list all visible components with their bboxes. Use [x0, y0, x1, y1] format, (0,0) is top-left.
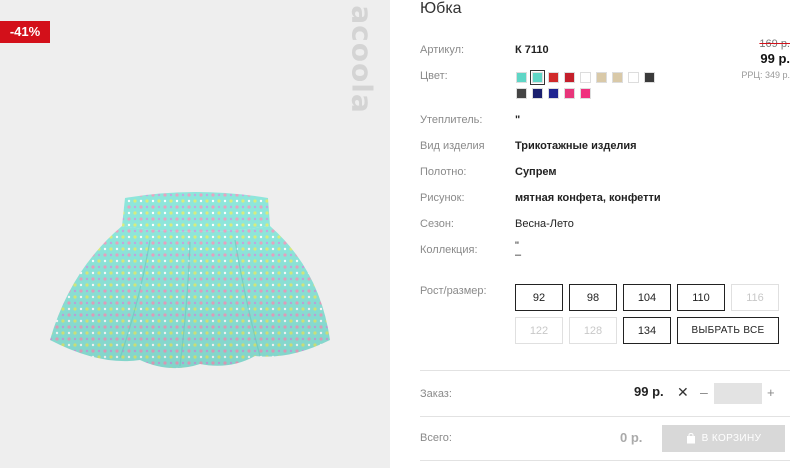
total-value: 0 р.	[620, 430, 643, 445]
product-type-label: Вид изделия	[420, 140, 485, 152]
size-option[interactable]: 104	[623, 284, 671, 311]
shopping-bag-icon	[686, 433, 695, 444]
color-swatch[interactable]	[548, 72, 559, 83]
fabric-label: Полотно:	[420, 166, 467, 178]
add-to-cart-label: В КОРЗИНУ	[701, 433, 762, 444]
color-swatch[interactable]	[530, 70, 545, 85]
season-label: Сезон:	[420, 218, 454, 230]
color-swatch[interactable]	[580, 88, 591, 99]
color-swatch[interactable]	[612, 72, 623, 83]
quantity-input[interactable]	[714, 383, 762, 404]
collection-value: " –	[515, 241, 522, 261]
divider-order	[420, 370, 790, 371]
discount-badge: -41%	[0, 21, 50, 43]
size-option[interactable]: 98	[569, 284, 617, 311]
color-swatch[interactable]	[564, 72, 575, 83]
insulation-label: Утеплитель:	[420, 114, 483, 126]
select-all-sizes-button[interactable]: ВЫБРАТЬ ВСЕ	[677, 317, 779, 344]
order-label: Заказ:	[420, 388, 452, 400]
product-details: Юбка 169 р. 99 р. РРЦ: 349 р. Артикул: К…	[390, 0, 800, 468]
current-price: 99 р.	[760, 51, 790, 66]
size-grid: 92 98 104 110 116 122 128 134 ВЫБРАТЬ ВСЕ	[515, 284, 790, 344]
size-option: 122	[515, 317, 563, 344]
skirt-illustration	[50, 192, 330, 369]
size-option[interactable]: 92	[515, 284, 563, 311]
collection-label: Коллекция:	[420, 244, 478, 256]
size-option[interactable]: 134	[623, 317, 671, 344]
old-price: 169 р.	[759, 38, 790, 50]
color-swatch[interactable]	[548, 88, 559, 99]
color-label: Цвет:	[420, 70, 448, 82]
total-label: Всего:	[420, 432, 452, 444]
decrease-quantity-button[interactable]: –	[700, 384, 708, 400]
recommended-price: РРЦ: 349 р.	[741, 70, 790, 80]
color-swatch[interactable]	[628, 72, 639, 83]
divider-bottom	[420, 460, 790, 461]
color-swatch[interactable]	[564, 88, 575, 99]
size-label: Рост/размер:	[420, 285, 487, 297]
product-image-panel: -41% acoola	[0, 0, 390, 468]
add-to-cart-button[interactable]: В КОРЗИНУ	[662, 425, 785, 452]
color-swatch[interactable]	[516, 72, 527, 83]
color-swatch[interactable]	[516, 88, 527, 99]
product-title: Юбка	[420, 0, 462, 17]
size-option[interactable]: 110	[677, 284, 725, 311]
insulation-value: "	[515, 114, 521, 126]
article-value: К 7110	[515, 44, 549, 56]
season-value: Весна-Лето	[515, 218, 574, 230]
color-swatches	[516, 70, 666, 99]
increase-quantity-button[interactable]: +	[767, 385, 775, 400]
size-option: 116	[731, 284, 779, 311]
pattern-value: мятная конфета, конфетти	[515, 192, 661, 204]
color-swatch[interactable]	[644, 72, 655, 83]
color-swatch[interactable]	[596, 72, 607, 83]
size-option: 128	[569, 317, 617, 344]
product-image[interactable]	[30, 180, 360, 390]
multiply-icon: ✕	[677, 384, 689, 400]
order-price: 99 р.	[634, 384, 664, 399]
product-type-value: Трикотажные изделия	[515, 140, 637, 152]
brand-logo: acoola	[340, 5, 384, 113]
divider-total	[420, 416, 790, 417]
brand-logo-text: acoola	[345, 4, 379, 114]
collection-value-line2: –	[515, 249, 522, 261]
color-swatch[interactable]	[532, 88, 543, 99]
price-block: 169 р. 99 р. РРЦ: 349 р.	[741, 38, 790, 80]
fabric-value: Супрем	[515, 166, 557, 178]
color-swatch[interactable]	[580, 72, 591, 83]
pattern-label: Рисунок:	[420, 192, 465, 204]
article-label: Артикул:	[420, 44, 465, 56]
